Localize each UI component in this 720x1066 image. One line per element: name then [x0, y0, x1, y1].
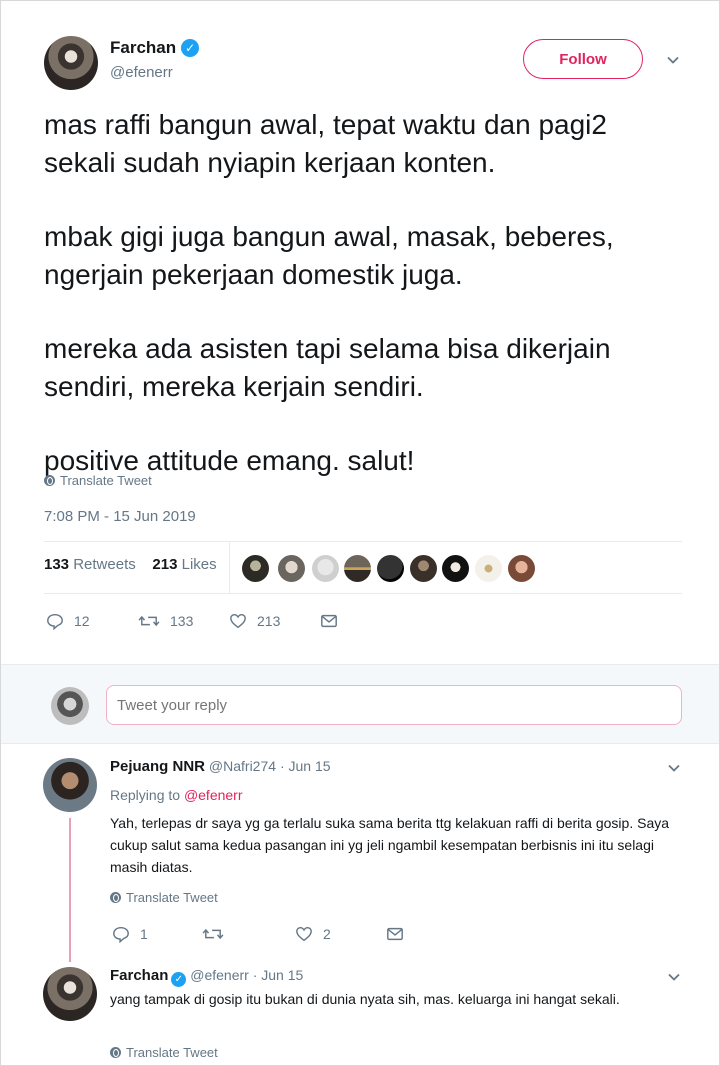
- tweet-paragraph: mereka ada asisten tapi selama bisa dike…: [44, 333, 611, 402]
- like-count: 213: [257, 613, 281, 629]
- reply-avatar[interactable]: [43, 758, 97, 812]
- replying-to: Replying to @efenerr: [110, 787, 243, 803]
- tweet-timestamp[interactable]: 7:08 PM - 15 Jun 2019: [44, 508, 196, 525]
- thread-connector: [69, 818, 71, 962]
- chevron-down-icon[interactable]: [667, 761, 681, 775]
- heart-icon: [296, 926, 312, 942]
- retweet-icon: [202, 928, 224, 940]
- verified-icon: ✓: [181, 39, 200, 57]
- likes-label[interactable]: Likes: [182, 556, 217, 573]
- reply-count: 1: [140, 926, 148, 942]
- reply-author-handle[interactable]: @Nafri274: [209, 758, 276, 774]
- message-action[interactable]: [320, 611, 348, 631]
- likes-stat[interactable]: 213 Likes: [152, 556, 216, 573]
- liker-avatar[interactable]: [278, 555, 305, 582]
- translate-tweet-link[interactable]: Translate Tweet: [44, 473, 152, 488]
- reply-avatar[interactable]: [43, 967, 97, 1021]
- liker-avatar[interactable]: [475, 555, 502, 582]
- reply-author-name[interactable]: Farchan: [110, 967, 168, 984]
- translate-label[interactable]: Translate Tweet: [126, 1045, 218, 1060]
- message-action[interactable]: [386, 924, 414, 944]
- reply-author-name[interactable]: Pejuang NNR: [110, 758, 205, 775]
- divider: [44, 541, 682, 542]
- reply-header: Farchan ✓ @efenerr · Jun 15: [110, 967, 303, 987]
- liker-avatar[interactable]: [410, 555, 437, 582]
- reply-action[interactable]: 1: [112, 924, 148, 944]
- author-name[interactable]: Farchan ✓: [110, 38, 200, 58]
- heart-icon: [230, 613, 246, 629]
- reply-input[interactable]: [106, 685, 682, 725]
- liker-avatar[interactable]: [242, 555, 269, 582]
- globe-icon: [110, 1047, 121, 1058]
- reply-date[interactable]: · Jun 15: [253, 967, 304, 983]
- reply-header: Pejuang NNR @Nafri274 · Jun 15: [110, 758, 331, 775]
- tweet-paragraph: mbak gigi juga bangun awal, masak, beber…: [44, 221, 614, 290]
- reply-text: Yah, terlepas dr saya yg ga terlalu suka…: [110, 815, 670, 875]
- liker-avatar[interactable]: [508, 555, 535, 582]
- like-count: 2: [323, 926, 331, 942]
- retweets-label[interactable]: Retweets: [73, 556, 136, 573]
- reply-count: 12: [74, 613, 90, 629]
- reply-action[interactable]: 12: [46, 611, 90, 631]
- stats-divider: [229, 542, 230, 593]
- follow-button[interactable]: Follow: [523, 39, 643, 79]
- author-handle[interactable]: @efenerr: [110, 64, 173, 81]
- chevron-down-icon[interactable]: [667, 970, 681, 984]
- verified-icon: ✓: [171, 972, 187, 987]
- retweets-count[interactable]: 133: [44, 556, 69, 573]
- divider: [44, 593, 682, 594]
- user-avatar: [51, 687, 89, 725]
- tweet-text: mas raffi bangun awal, tepat waktu dan p…: [44, 106, 684, 516]
- liker-avatar[interactable]: [377, 555, 404, 582]
- retweet-action[interactable]: [202, 924, 234, 944]
- author-avatar[interactable]: [44, 36, 98, 90]
- envelope-icon: [387, 927, 403, 941]
- reply-date[interactable]: · Jun 15: [280, 758, 331, 774]
- replying-to-link[interactable]: @efenerr: [184, 787, 243, 803]
- liker-avatar[interactable]: [344, 555, 371, 582]
- tweet-paragraph: mas raffi bangun awal, tepat waktu dan p…: [44, 109, 607, 178]
- globe-icon: [44, 475, 55, 486]
- replying-prefix: Replying to: [110, 787, 181, 803]
- globe-icon: [110, 892, 121, 903]
- translate-label[interactable]: Translate Tweet: [126, 890, 218, 905]
- liker-avatar[interactable]: [442, 555, 469, 582]
- retweet-count: 133: [170, 613, 194, 629]
- tweet-stats: 133 Retweets 213 Likes: [44, 556, 217, 573]
- reply-icon: [47, 613, 63, 630]
- envelope-icon: [321, 614, 337, 628]
- translate-tweet-link[interactable]: Translate Tweet: [110, 890, 218, 905]
- retweets-stat[interactable]: 133 Retweets: [44, 556, 136, 573]
- retweet-action[interactable]: 133: [138, 611, 193, 631]
- like-action[interactable]: 213: [229, 611, 280, 631]
- reply-author-handle[interactable]: @efenerr: [190, 967, 249, 983]
- chevron-down-icon[interactable]: [666, 53, 680, 67]
- like-action[interactable]: 2: [295, 924, 331, 944]
- author-name-text[interactable]: Farchan: [110, 38, 176, 57]
- retweet-icon: [138, 615, 160, 627]
- likes-count[interactable]: 213: [152, 556, 177, 573]
- reply-icon: [113, 926, 129, 943]
- translate-tweet-link[interactable]: Translate Tweet: [110, 1045, 218, 1060]
- translate-label[interactable]: Translate Tweet: [60, 473, 152, 488]
- liker-avatar[interactable]: [312, 555, 339, 582]
- reply-text: yang tampak di gosip itu bukan di dunia …: [110, 991, 620, 1007]
